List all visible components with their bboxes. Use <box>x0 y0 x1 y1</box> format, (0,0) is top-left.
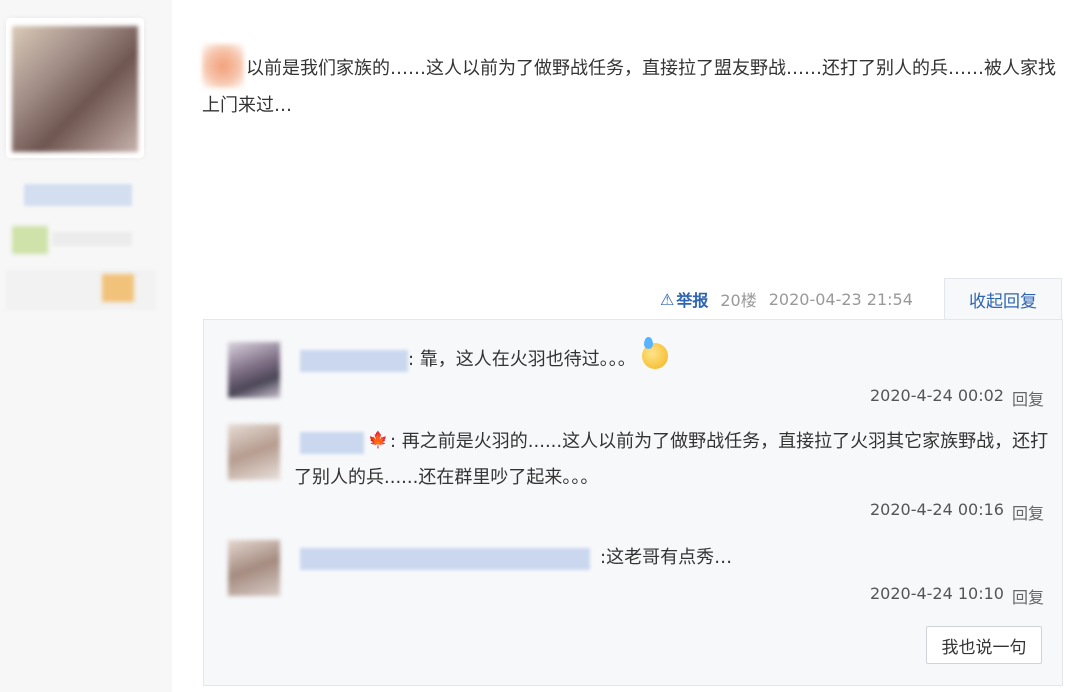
badge-icon <box>12 226 48 254</box>
reply-username[interactable] <box>300 350 408 372</box>
reply-meta: 2020-4-24 00:16 回复 <box>870 500 1044 524</box>
author-sidebar <box>0 0 172 692</box>
reply-time: 2020-4-24 00:16 <box>869 500 1004 519</box>
reply-item: : 靠，这人在火羽也待过。。。 2020-4-24 00:02 回复 <box>228 337 1044 412</box>
post-text: 以前是我们家族的……这人以前为了做野战任务，直接拉了盟友野战……还打了别人的兵…… <box>202 58 1056 116</box>
report-label: 举报 <box>676 291 709 310</box>
warning-triangle-icon: ⚠ <box>660 289 675 309</box>
floor-number: 20楼 <box>720 291 757 310</box>
reply-button[interactable]: 回复 <box>1012 386 1044 410</box>
reply-text: : 靠，这人在火羽也待过。。。 <box>408 337 1028 378</box>
reply-avatar[interactable] <box>228 342 280 398</box>
post-timestamp: 2020-04-23 21:54 <box>768 289 913 309</box>
collapse-replies-button[interactable]: 收起回复 <box>944 278 1062 320</box>
author-name-blurred[interactable] <box>24 184 132 206</box>
post-content: 以前是我们家族的……这人以前为了做野战任务，直接拉了盟友野战……还打了别人的兵…… <box>202 44 1062 124</box>
reply-meta: 2020-4-24 10:10 回复 <box>870 584 1044 608</box>
reply-avatar[interactable] <box>228 540 280 596</box>
reply-time: 2020-4-24 10:10 <box>869 584 1004 603</box>
reply-text: :这老哥有点秀… <box>600 540 1020 576</box>
author-avatar-frame[interactable] <box>6 18 144 158</box>
reply-text-content: :这老哥有点秀… <box>600 547 733 568</box>
reply-button[interactable]: 回复 <box>1012 500 1044 524</box>
reply-text: : 再之前是火羽的......这人以前为了做野战任务，直接拉了火羽其它家族野战，… <box>294 424 1054 496</box>
add-comment-button[interactable]: 我也说一句 <box>926 626 1042 664</box>
reply-button[interactable]: 回复 <box>1012 584 1044 608</box>
report-link[interactable]: ⚠ 举报 <box>660 287 708 311</box>
reply-item: 🍁 : 再之前是火羽的......这人以前为了做野战任务，直接拉了火羽其它家族野… <box>228 424 1048 524</box>
badge-bar <box>52 232 132 246</box>
post-meta: ⚠ 举报 20楼 2020-04-23 21:54 <box>660 280 913 318</box>
reply-text-content: : 再之前是火羽的......这人以前为了做野战任务，直接拉了火羽其它家族野战，… <box>294 431 1049 488</box>
reply-container: : 靠，这人在火羽也待过。。。 2020-4-24 00:02 回复 🍁 : 再… <box>203 319 1063 686</box>
sticker-icon <box>202 44 244 88</box>
author-avatar[interactable] <box>12 26 138 152</box>
sweat-face-icon <box>641 337 668 369</box>
reply-avatar[interactable] <box>228 424 280 480</box>
reply-text-content: : 靠，这人在火羽也待过。。。 <box>408 349 636 370</box>
medal-icon <box>102 274 134 302</box>
reply-meta: 2020-4-24 00:02 回复 <box>870 386 1044 410</box>
reply-item: :这老哥有点秀… 2020-4-24 10:10 回复 <box>228 540 1044 610</box>
reply-time: 2020-4-24 00:02 <box>869 386 1004 405</box>
reply-username[interactable] <box>300 548 590 570</box>
